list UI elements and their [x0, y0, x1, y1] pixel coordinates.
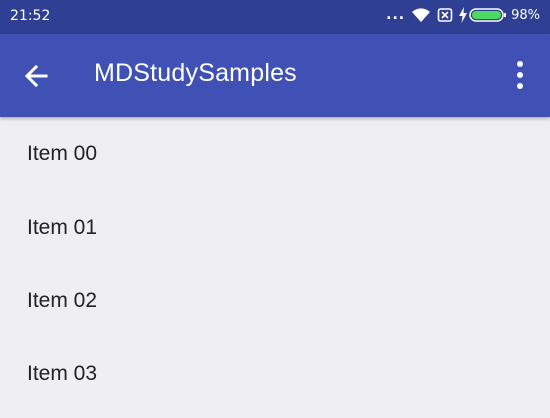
battery-percent: 98% — [511, 7, 540, 23]
back-button[interactable] — [20, 60, 52, 92]
charging-icon — [459, 7, 468, 23]
status-time: 21:52 — [10, 8, 51, 24]
app-bar: MDStudySamples — [0, 34, 550, 117]
signal-dots-icon: ... — [386, 7, 406, 23]
list-item-label: Item 02 — [27, 288, 98, 312]
arrow-back-icon — [24, 64, 48, 88]
list-item-label: Item 00 — [27, 142, 98, 165]
item-list: Item 00 Item 01 Item 02 Item 03 — [0, 117, 550, 410]
page-title: MDStudySamples — [94, 59, 297, 87]
battery-icon — [469, 8, 507, 22]
overflow-menu-button[interactable] — [508, 58, 532, 92]
sim-card-icon — [437, 8, 453, 22]
more-vert-icon — [517, 61, 523, 89]
list-item-label: Item 03 — [27, 361, 98, 385]
list-item[interactable]: Item 02 — [0, 264, 550, 337]
status-icons: ... 98% — [380, 7, 540, 23]
list-item[interactable]: Item 00 — [0, 117, 550, 191]
list-item[interactable]: Item 03 — [0, 337, 550, 410]
list-item[interactable]: Item 01 — [0, 191, 550, 264]
list-item-label: Item 01 — [27, 215, 98, 239]
status-bar: 21:52 ... 98% — [0, 0, 550, 34]
wifi-icon — [412, 8, 431, 22]
